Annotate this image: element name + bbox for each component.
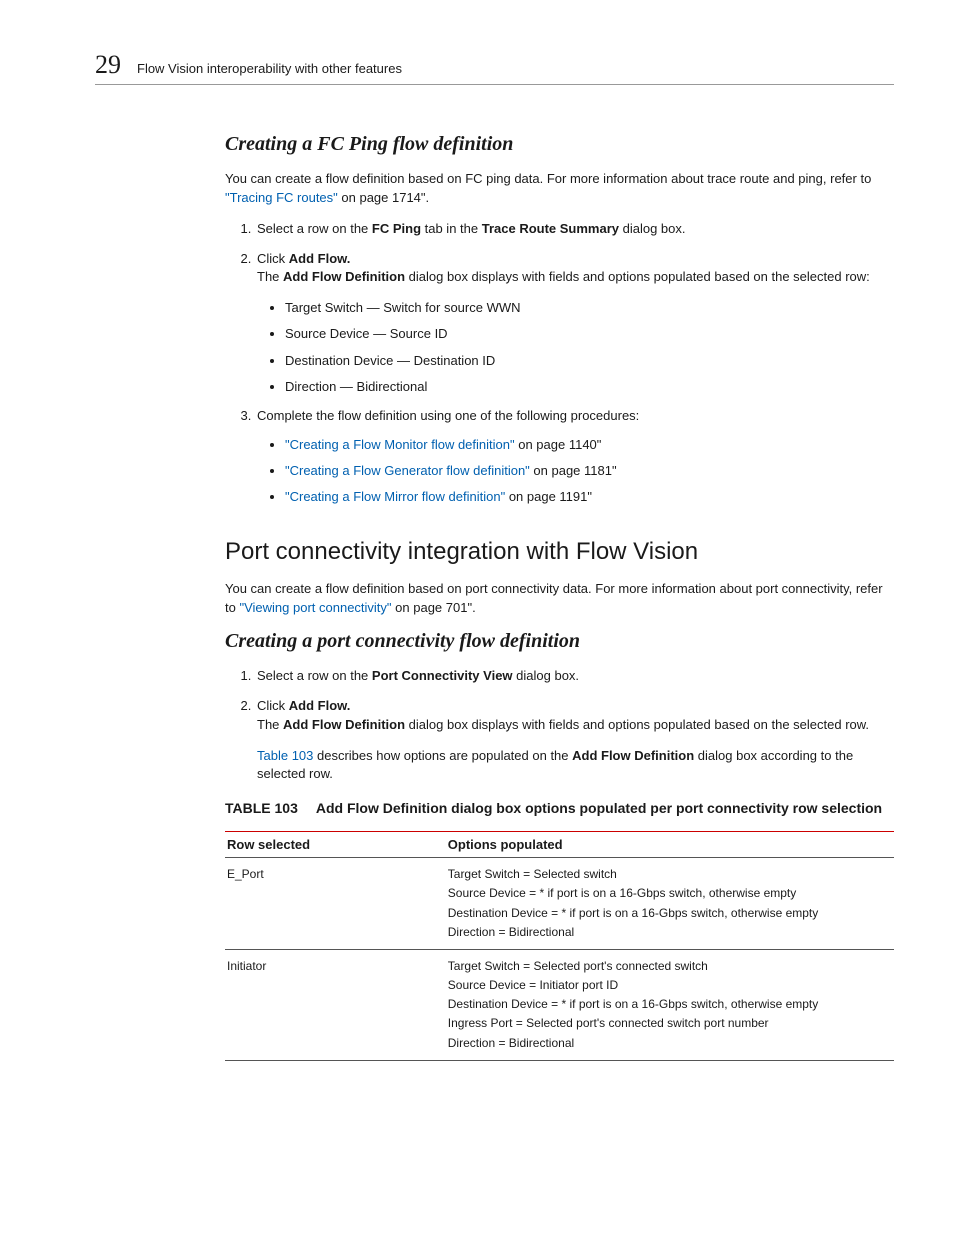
step-2: Click Add Flow. The Add Flow Definition …: [255, 250, 894, 396]
section-heading-port-connectivity: Port connectivity integration with Flow …: [225, 538, 894, 566]
intro-paragraph: You can create a flow definition based o…: [225, 170, 894, 208]
section-heading-port-conn-flow: Creating a port connectivity flow defini…: [225, 630, 894, 653]
text: Select a row on the: [257, 668, 372, 683]
step-description: Table 103 describes how options are popu…: [257, 747, 894, 785]
list-item: "Creating a Flow Mirror flow definition"…: [285, 488, 894, 506]
table-label: TABLE 103: [225, 800, 298, 816]
link-table-103[interactable]: Table 103: [257, 748, 313, 763]
bold-text: Add Flow.: [289, 698, 351, 713]
table-row: Initiator Target Switch = Selected port'…: [225, 949, 894, 1060]
chapter-title: Flow Vision interoperability with other …: [137, 61, 402, 76]
cell-row-selected: E_Port: [225, 858, 446, 950]
link-list: "Creating a Flow Monitor flow definition…: [285, 436, 894, 507]
col-options-populated: Options populated: [446, 832, 894, 858]
bold-text: Add Flow.: [289, 251, 351, 266]
text: dialog box.: [619, 221, 686, 236]
cell-options: Target Switch = Selected port's connecte…: [446, 949, 894, 1060]
page-header: 29 Flow Vision interoperability with oth…: [95, 50, 894, 85]
step-description: The Add Flow Definition dialog box displ…: [257, 268, 894, 287]
steps-list: Select a row on the FC Ping tab in the T…: [225, 220, 894, 507]
link-flow-generator[interactable]: "Creating a Flow Generator flow definiti…: [285, 463, 530, 478]
step-1: Select a row on the FC Ping tab in the T…: [255, 220, 894, 239]
text: on page 1181": [530, 463, 617, 478]
text: on page 1191": [505, 489, 592, 504]
bullet-list: Target Switch — Switch for source WWN So…: [285, 299, 894, 396]
cell-options: Target Switch = Selected switch Source D…: [446, 858, 894, 950]
text: Click: [257, 698, 289, 713]
intro-paragraph: You can create a flow definition based o…: [225, 580, 894, 618]
text: The: [257, 717, 283, 732]
bold-text: Add Flow Definition: [283, 269, 405, 284]
page-container: 29 Flow Vision interoperability with oth…: [0, 0, 954, 1121]
bold-text: Trace Route Summary: [482, 221, 619, 236]
text: dialog box.: [513, 668, 580, 683]
list-item: Direction — Bidirectional: [285, 378, 894, 396]
step-3: Complete the flow definition using one o…: [255, 407, 894, 506]
link-flow-monitor[interactable]: "Creating a Flow Monitor flow definition…: [285, 437, 515, 452]
step-2: Click Add Flow. The Add Flow Definition …: [255, 697, 894, 784]
table-title: Add Flow Definition dialog box options p…: [316, 800, 882, 816]
list-item: Target Switch — Switch for source WWN: [285, 299, 894, 317]
text: The: [257, 269, 283, 284]
bold-text: FC Ping: [372, 221, 421, 236]
cell-row-selected: Initiator: [225, 949, 446, 1060]
list-item: Source Device — Source ID: [285, 325, 894, 343]
bold-text: Add Flow Definition: [572, 748, 694, 763]
link-viewing-port-connectivity[interactable]: "Viewing port connectivity": [239, 600, 391, 615]
table-row: E_Port Target Switch = Selected switch S…: [225, 858, 894, 950]
main-content: Creating a FC Ping flow definition You c…: [225, 133, 894, 1061]
steps-list: Select a row on the Port Connectivity Vi…: [225, 667, 894, 784]
text: You can create a flow definition based o…: [225, 171, 871, 186]
text: dialog box displays with fields and opti…: [405, 269, 870, 284]
chapter-number: 29: [95, 50, 121, 80]
text: describes how options are populated on t…: [313, 748, 572, 763]
text: tab in the: [421, 221, 482, 236]
list-item: "Creating a Flow Generator flow definiti…: [285, 462, 894, 480]
text: on page 1714".: [338, 190, 429, 205]
text: on page 1140": [515, 437, 602, 452]
table-103: Row selected Options populated E_Port Ta…: [225, 831, 894, 1061]
text: dialog box displays with fields and opti…: [405, 717, 869, 732]
link-tracing-fc-routes[interactable]: "Tracing FC routes": [225, 190, 338, 205]
bold-text: Add Flow Definition: [283, 717, 405, 732]
step-description: The Add Flow Definition dialog box displ…: [257, 716, 894, 735]
text: on page 701".: [392, 600, 476, 615]
table-caption: TABLE 103 Add Flow Definition dialog box …: [225, 798, 894, 819]
text: Complete the flow definition using one o…: [257, 408, 639, 423]
link-flow-mirror[interactable]: "Creating a Flow Mirror flow definition": [285, 489, 505, 504]
table-header-row: Row selected Options populated: [225, 832, 894, 858]
text: Click: [257, 251, 289, 266]
section-heading-fc-ping: Creating a FC Ping flow definition: [225, 133, 894, 156]
col-row-selected: Row selected: [225, 832, 446, 858]
text: Select a row on the: [257, 221, 372, 236]
bold-text: Port Connectivity View: [372, 668, 513, 683]
step-1: Select a row on the Port Connectivity Vi…: [255, 667, 894, 686]
list-item: "Creating a Flow Monitor flow definition…: [285, 436, 894, 454]
list-item: Destination Device — Destination ID: [285, 352, 894, 370]
